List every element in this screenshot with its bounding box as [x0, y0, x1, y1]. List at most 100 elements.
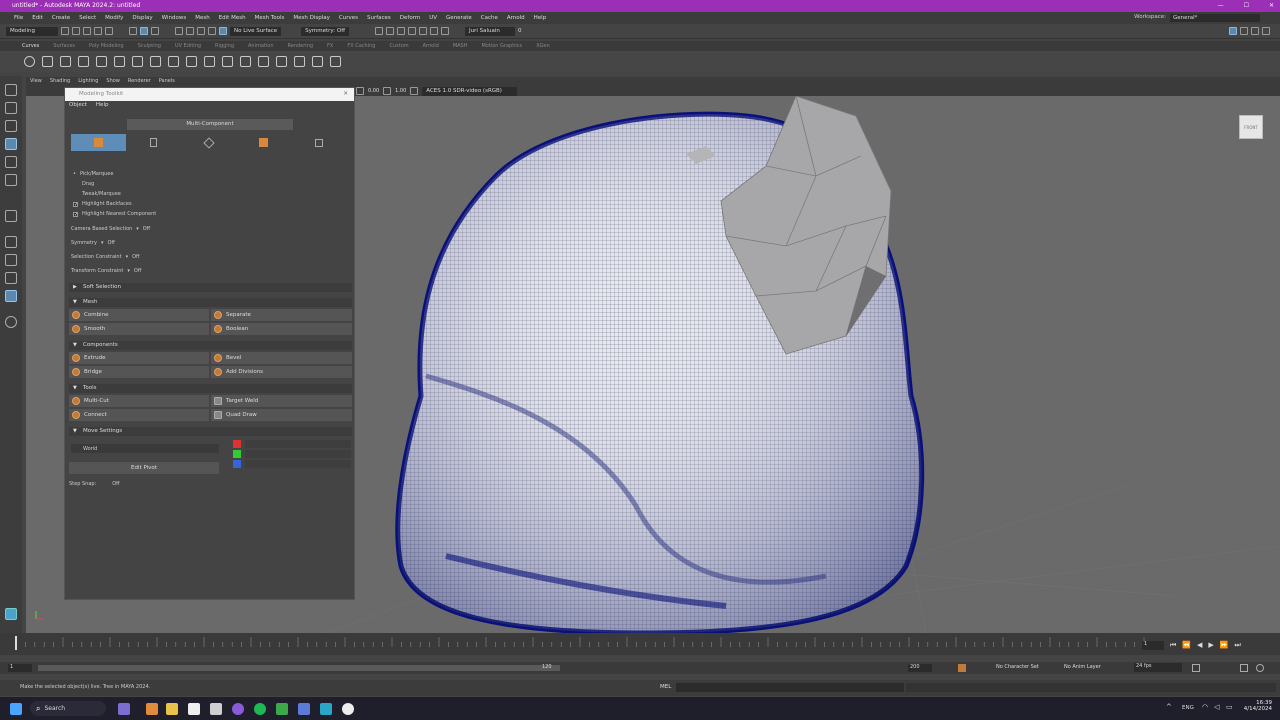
cv-curve-icon[interactable]	[60, 56, 71, 67]
nurbs-square-icon[interactable]	[42, 56, 53, 67]
nurbs-circle-icon[interactable]	[24, 56, 35, 67]
open-scene-icon[interactable]	[72, 27, 80, 35]
windows-start-icon[interactable]	[10, 703, 22, 715]
make-live-icon[interactable]	[219, 27, 227, 35]
render-settings-icon[interactable]	[408, 27, 417, 35]
select-by-component-icon[interactable]	[151, 27, 159, 35]
modeling-toolkit-titlebar[interactable]: Modeling Toolkit ✕	[65, 88, 354, 101]
shelf-tab-mash[interactable]: MASH	[453, 43, 468, 49]
menu-help[interactable]: Help	[96, 101, 109, 110]
workspace-dropdown[interactable]: General*	[1170, 14, 1260, 22]
workspace-selector[interactable]: Workspace: General*	[1134, 14, 1260, 22]
snap-curve-icon[interactable]	[186, 27, 194, 35]
range-start-field[interactable]: 1	[8, 664, 32, 672]
attach-curves-icon[interactable]	[150, 56, 161, 67]
browser-icon[interactable]	[232, 703, 244, 715]
menu-mesh-display[interactable]: Mesh Display	[293, 15, 330, 21]
anim-layer-dropdown[interactable]: No Anim Layer	[1064, 664, 1101, 670]
file-explorer-icon[interactable]	[166, 703, 178, 715]
lock-length-icon[interactable]	[312, 56, 323, 67]
shelf-tab-poly-modeling[interactable]: Poly Modeling	[89, 43, 124, 49]
save-scene-icon[interactable]	[83, 27, 91, 35]
render-view-icon[interactable]	[375, 27, 384, 35]
time-slider[interactable]: 1 ⏮ ⏪ ◀ ▶ ⏩ ⏭	[0, 633, 1280, 655]
select-by-object-icon[interactable]	[140, 27, 148, 35]
menu-mesh-tools[interactable]: Mesh Tools	[255, 15, 285, 21]
volume-icon[interactable]: ◁	[1214, 703, 1219, 711]
shelf-tab-custom[interactable]: Custom	[389, 43, 408, 49]
chevron-up-icon[interactable]: ^	[1166, 703, 1172, 711]
move-settings-section[interactable]: Move Settings	[69, 427, 352, 436]
taskbar-search[interactable]: ⌕ Search	[30, 701, 106, 716]
highlight-nearest-checkbox[interactable]: ✓ Highlight Nearest Component	[73, 211, 156, 217]
paint-select-tool-icon[interactable]	[5, 120, 17, 132]
offset-curve-icon[interactable]	[222, 56, 233, 67]
outliner-layout-icon[interactable]	[5, 272, 17, 284]
fillet-curve-icon[interactable]	[258, 56, 269, 67]
toggle-channel-box-icon[interactable]	[1240, 27, 1248, 35]
menu-help[interactable]: Help	[534, 15, 547, 21]
close-icon[interactable]: ✕	[343, 88, 348, 101]
edge-mode-button[interactable]	[181, 134, 236, 151]
y-value-field[interactable]	[245, 450, 351, 458]
tweak-marquee-option[interactable]: Tweak/Marquee	[73, 191, 121, 197]
panel-menu-shading[interactable]: Shading	[50, 77, 70, 86]
character-set-dropdown[interactable]: No Character Set	[996, 664, 1039, 670]
pick-marquee-option[interactable]: • Pick/Marquee	[73, 171, 113, 177]
toggle-modeling-toolkit-icon[interactable]	[1262, 27, 1270, 35]
z-axis-toggle[interactable]	[233, 460, 241, 468]
mel-label[interactable]: MEL	[660, 684, 671, 690]
menu-generate[interactable]: Generate	[446, 15, 472, 21]
world-space-dropdown[interactable]: World	[71, 444, 219, 453]
camera-based-selection[interactable]: Camera Based Selection ▾ Off	[71, 226, 150, 232]
insert-knot-icon[interactable]	[186, 56, 197, 67]
notification-count[interactable]: 0	[518, 28, 522, 34]
wifi-icon[interactable]: ◠	[1202, 703, 1208, 711]
rotate-tool-icon[interactable]	[5, 156, 17, 168]
menu-create[interactable]: Create	[52, 15, 70, 21]
notes-icon[interactable]	[210, 703, 222, 715]
lasso-tool-icon[interactable]	[5, 102, 17, 114]
toggle-tool-settings-icon[interactable]	[1251, 27, 1259, 35]
y-axis-toggle[interactable]	[233, 450, 241, 458]
snap-point-icon[interactable]	[197, 27, 205, 35]
fps-dropdown[interactable]: 24 fps	[1134, 663, 1182, 672]
new-scene-icon[interactable]	[61, 27, 69, 35]
single-perspective-layout-icon[interactable]	[5, 236, 17, 248]
step-back-key-icon[interactable]: ⏪	[1182, 641, 1191, 650]
rebuild-curve-icon[interactable]	[240, 56, 251, 67]
panel-menu-view[interactable]: View	[30, 77, 42, 86]
render-frame-icon[interactable]	[386, 27, 395, 35]
menu-windows[interactable]: Windows	[162, 15, 187, 21]
scale-tool-icon[interactable]	[5, 174, 17, 186]
gamma-icon[interactable]	[383, 87, 392, 95]
live-surface-field[interactable]: No Live Surface	[230, 26, 282, 36]
current-frame-field[interactable]: 1	[1142, 641, 1164, 650]
mesh-section[interactable]: Mesh	[69, 298, 352, 307]
intersect-curves-icon[interactable]	[294, 56, 305, 67]
arnold-render-icon[interactable]	[430, 27, 439, 35]
menu-deform[interactable]: Deform	[400, 15, 420, 21]
x-axis-toggle[interactable]	[233, 440, 241, 448]
preferences-icon[interactable]	[1256, 664, 1264, 672]
ep-curve-icon[interactable]	[78, 56, 89, 67]
move-tool-icon[interactable]	[5, 138, 17, 150]
notepad-icon[interactable]	[188, 703, 200, 715]
tools-section[interactable]: Tools	[69, 384, 352, 393]
close-icon[interactable]: ✕	[1269, 0, 1274, 12]
menu-arnold[interactable]: Arnold	[507, 15, 525, 21]
pencil-curve-icon[interactable]	[96, 56, 107, 67]
spotify-icon[interactable]	[254, 703, 266, 715]
exposure-value[interactable]: 0.00	[368, 88, 379, 94]
menu-display[interactable]: Display	[132, 15, 152, 21]
panel-menu-show[interactable]: Show	[106, 77, 120, 86]
undo-icon[interactable]	[94, 27, 102, 35]
shelf-tab-xgen[interactable]: XGen	[536, 43, 550, 49]
panel-menu-lighting[interactable]: Lighting	[78, 77, 98, 86]
go-to-end-icon[interactable]: ⏭	[1235, 641, 1241, 650]
x-value-field[interactable]	[245, 440, 351, 448]
current-time-marker[interactable]	[15, 636, 17, 650]
play-icon[interactable]: ▶	[1208, 641, 1213, 650]
range-bar[interactable]	[38, 665, 560, 671]
boolean-button[interactable]: Boolean	[211, 323, 352, 335]
